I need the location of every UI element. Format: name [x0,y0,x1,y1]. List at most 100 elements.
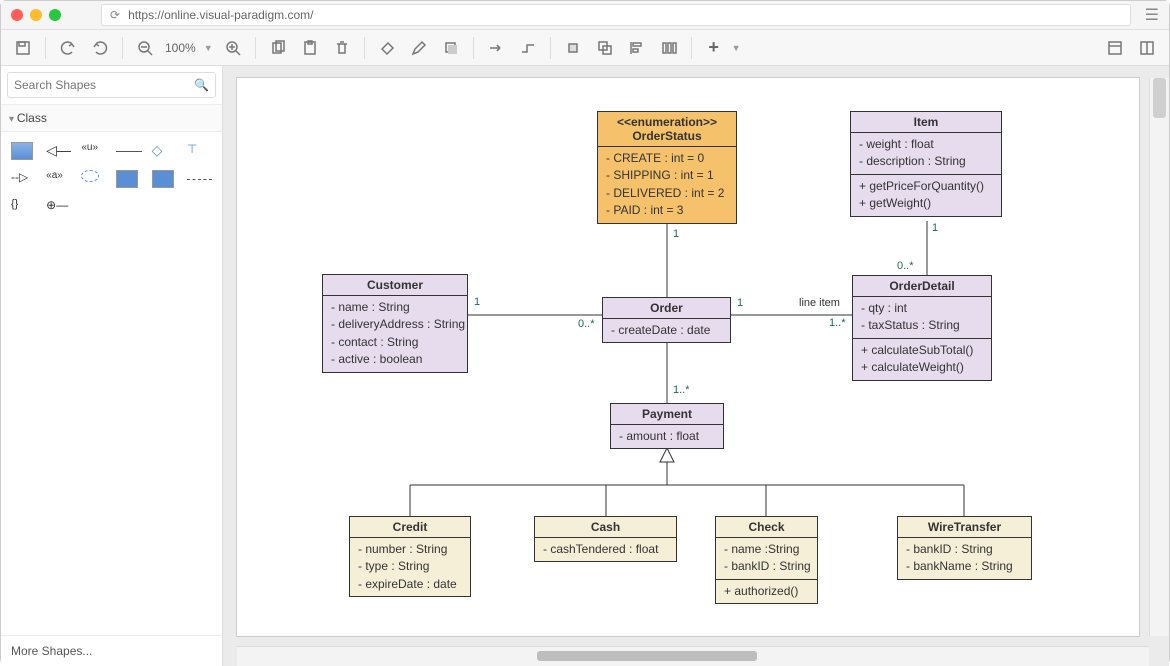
arrow-icon [488,40,504,56]
panel-icon [1107,40,1123,56]
zoom-controls: 100% ▼ [131,34,247,62]
save-button[interactable] [9,34,37,62]
toolbar: 100% ▼ + ▼ [1,30,1169,66]
zoom-out-button[interactable] [131,34,159,62]
shape-note[interactable] [152,170,174,188]
multiplicity-customer: 1 [474,296,480,308]
class-orderdetail[interactable]: OrderDetail - qty : int- taxStatus : Str… [852,275,992,381]
shape-palette: ◁— «u» ◇ ⊤ --▷ «a» {} ⊕— [1,132,222,222]
shape-class[interactable] [11,142,33,160]
back-button[interactable] [591,34,619,62]
shape-nary[interactable]: ⊤ [187,142,212,160]
shape-constraint[interactable]: {} [11,198,36,212]
align-button[interactable] [623,34,651,62]
zoom-dropdown-icon[interactable]: ▼ [202,43,215,53]
redo-icon [92,40,108,56]
multiplicity-order-to-detail: 1 [737,297,743,309]
category-header-class[interactable]: Class [1,105,222,132]
delete-button[interactable] [328,34,356,62]
window-controls [11,9,61,21]
minimize-window-button[interactable] [30,9,42,21]
to-front-icon [565,40,581,56]
connection-button[interactable] [482,34,510,62]
waypoint-icon [520,40,536,56]
add-dropdown-icon[interactable]: ▼ [732,43,741,53]
distribute-button[interactable] [655,34,683,62]
fill-color-button[interactable] [373,34,401,62]
multiplicity-detail-to-item: 0..* [897,260,914,272]
shape-abstraction[interactable]: «a» [46,170,71,188]
address-bar[interactable]: ⟳ https://online.visual-paradigm.com/ [101,4,1131,26]
front-button[interactable] [559,34,587,62]
multiplicity-detail-from-order: 1..* [829,317,846,329]
shape-usage[interactable]: «u» [81,142,106,160]
scrollbar-thumb-horizontal[interactable] [537,651,757,661]
shape-anchor[interactable] [187,179,212,180]
save-icon [15,40,31,56]
shape-package[interactable] [116,170,138,188]
shadow-icon [443,40,459,56]
paste-button[interactable] [296,34,324,62]
shape-collaboration[interactable] [81,170,99,182]
outline-icon [1139,40,1155,56]
copy-icon [270,40,286,56]
paint-bucket-icon [379,40,395,56]
class-orderstatus[interactable]: <<enumeration>> OrderStatus - CREATE : i… [597,111,737,224]
class-title: <<enumeration>> OrderStatus [598,112,736,147]
stroke-color-button[interactable] [405,34,433,62]
trash-icon [334,40,350,56]
class-order[interactable]: Order - createDate : date [602,297,731,343]
outline-panel-button[interactable] [1133,34,1161,62]
distribute-icon [661,40,677,56]
multiplicity-status: 1 [673,228,679,240]
multiplicity-payment: 1..* [673,384,690,396]
class-payment[interactable]: Payment - amount : float [610,403,724,449]
assoc-label-lineitem: line item [799,297,840,309]
reload-icon[interactable]: ⟳ [110,8,120,22]
diagram-canvas[interactable]: 1 0..* 1 1 line item 1..* 0..* 1 1..* <<… [237,78,1139,636]
shape-dependency[interactable]: --▷ [11,170,36,188]
search-icon[interactable]: 🔍 [194,78,209,92]
vertical-scrollbar[interactable] [1149,78,1169,636]
copy-button[interactable] [264,34,292,62]
add-button[interactable]: + [700,34,728,62]
class-wiretransfer[interactable]: WireTransfer - bankID : String- bankName… [897,516,1032,580]
zoom-in-icon [225,40,241,56]
align-icon [629,40,645,56]
redo-button[interactable] [86,34,114,62]
multiplicity-order-from-customer: 0..* [578,318,595,330]
shapes-sidebar: 🔍 Class ◁— «u» ◇ ⊤ --▷ «a» {} ⊕— More Sh… [1,66,223,666]
search-shapes: 🔍 [1,66,222,105]
shape-association[interactable] [116,151,141,152]
waypoint-button[interactable] [514,34,542,62]
shape-containment[interactable]: ⊕— [46,198,71,212]
multiplicity-item: 1 [932,222,938,234]
shape-generalization[interactable]: ◁— [46,142,71,160]
class-cash[interactable]: Cash - cashTendered : float [534,516,677,562]
zoom-in-button[interactable] [219,34,247,62]
more-shapes-link[interactable]: More Shapes... [1,635,222,666]
url-text: https://online.visual-paradigm.com/ [128,8,313,22]
class-item[interactable]: Item - weight : float- description : Str… [850,111,1002,217]
pencil-icon [411,40,427,56]
undo-button[interactable] [54,34,82,62]
maximize-window-button[interactable] [49,9,61,21]
format-panel-button[interactable] [1101,34,1129,62]
zoom-level[interactable]: 100% [163,41,198,55]
horizontal-scrollbar[interactable] [237,646,1149,666]
window-titlebar: ⟳ https://online.visual-paradigm.com/ ☰ [1,1,1169,30]
shadow-button[interactable] [437,34,465,62]
paste-icon [302,40,318,56]
close-window-button[interactable] [11,9,23,21]
shape-aggregation[interactable]: ◇ [152,142,177,160]
canvas-area: 1 0..* 1 1 line item 1..* 0..* 1 1..* <<… [223,66,1169,666]
undo-icon [60,40,76,56]
class-check[interactable]: Check - name :String- bankID : String + … [715,516,818,604]
class-credit[interactable]: Credit - number : String- type : String-… [349,516,471,597]
scrollbar-thumb-vertical[interactable] [1153,78,1166,118]
zoom-out-icon [137,40,153,56]
app-menu-icon[interactable]: ☰ [1145,5,1159,25]
to-back-icon [597,40,613,56]
class-customer[interactable]: Customer - name : String- deliveryAddres… [322,274,468,373]
search-input[interactable] [14,78,194,92]
